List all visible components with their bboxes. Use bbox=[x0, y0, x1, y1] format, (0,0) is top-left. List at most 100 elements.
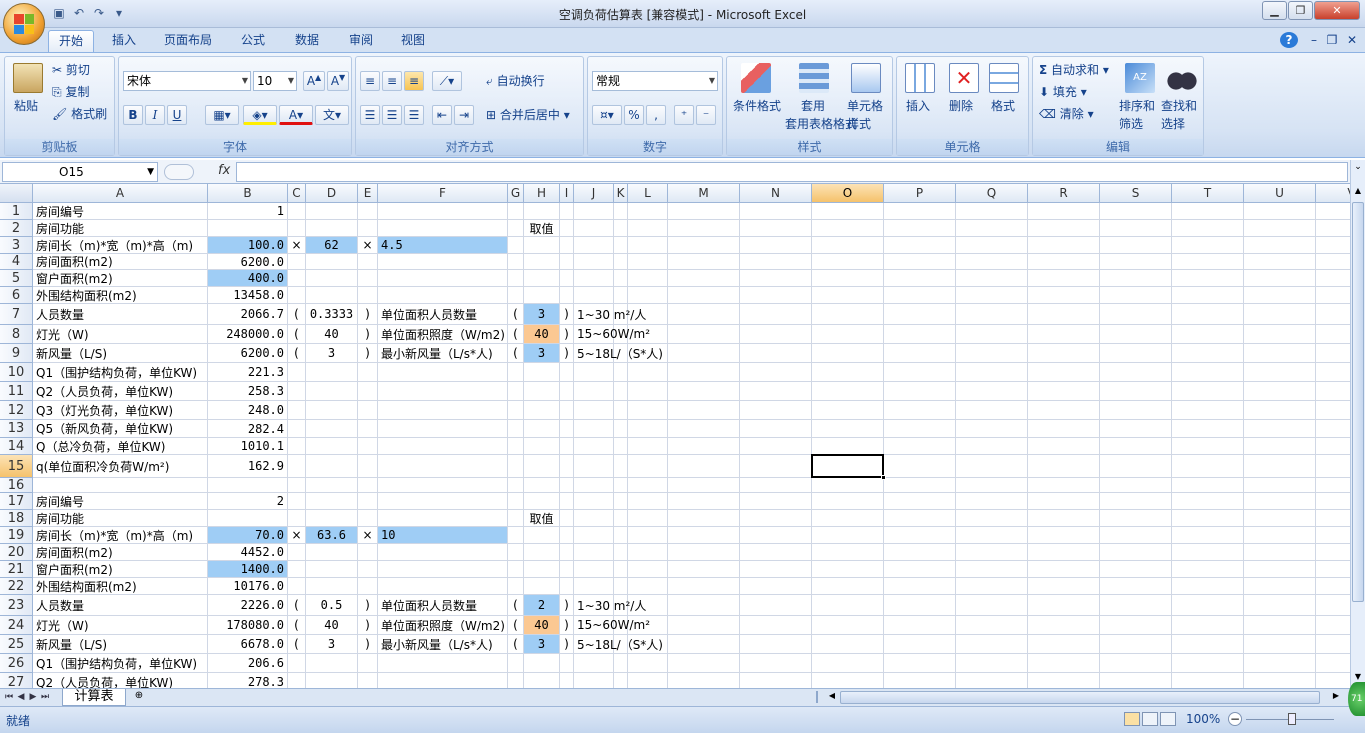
cut-button[interactable]: ✂ 剪切 bbox=[52, 61, 90, 79]
cell-a23[interactable]: 人员数量 bbox=[33, 595, 87, 615]
column-header-r[interactable]: R bbox=[1028, 184, 1100, 203]
cell-c23[interactable]: ( bbox=[288, 595, 305, 615]
copy-button[interactable]: ⎘ 复制 bbox=[52, 83, 89, 101]
conditional-format-button[interactable]: 条件格式 bbox=[733, 97, 781, 115]
cell-e8[interactable]: ) bbox=[358, 325, 377, 343]
select-all-corner[interactable] bbox=[0, 184, 33, 203]
cell-c8[interactable]: ( bbox=[288, 325, 305, 343]
cell-b4[interactable]: 6200.0 bbox=[208, 254, 287, 269]
fill-handle[interactable] bbox=[881, 475, 886, 480]
column-header-m[interactable]: M bbox=[668, 184, 740, 203]
cell-j25[interactable]: 5~18L/（S*人) bbox=[574, 635, 666, 653]
table-format-icon[interactable] bbox=[799, 63, 829, 93]
workbook-close-icon[interactable]: ✕ bbox=[1344, 30, 1360, 52]
cell-i7[interactable]: ) bbox=[560, 304, 573, 324]
bold-button[interactable]: B bbox=[123, 105, 143, 125]
row-header-8[interactable]: 8 bbox=[0, 325, 33, 344]
font-size-combo[interactable]: 10 ▼ bbox=[253, 71, 297, 91]
cell-i23[interactable]: ) bbox=[560, 595, 573, 615]
merge-center-button[interactable]: ⊞ 合并后居中 ▾ bbox=[486, 106, 570, 124]
cell-a9[interactable]: 新风量（L/S) bbox=[33, 344, 110, 362]
phonetic-icon[interactable]: 文▾ bbox=[315, 105, 349, 125]
cell-d24[interactable]: 40 bbox=[306, 616, 357, 634]
format-cells-icon[interactable] bbox=[989, 63, 1019, 93]
cell-d19[interactable]: 63.6 bbox=[306, 527, 357, 543]
cell-b26[interactable]: 206.6 bbox=[208, 654, 287, 672]
find-select-button[interactable]: 查找和选择 bbox=[1161, 97, 1201, 133]
cell-c24[interactable]: ( bbox=[288, 616, 305, 634]
cell-i24[interactable]: ) bbox=[560, 616, 573, 634]
column-header-k[interactable]: K bbox=[614, 184, 628, 203]
cell-c25[interactable]: ( bbox=[288, 635, 305, 653]
column-header-p[interactable]: P bbox=[884, 184, 956, 203]
row-header-16[interactable]: 16 bbox=[0, 478, 33, 493]
row-header-11[interactable]: 11 bbox=[0, 382, 33, 401]
column-header-f[interactable]: F bbox=[378, 184, 508, 203]
cell-a20[interactable]: 房间面积(m2) bbox=[33, 544, 116, 560]
cell-j8[interactable]: 15~60W/m² bbox=[574, 325, 653, 343]
cell-b19[interactable]: 70.0 bbox=[208, 527, 287, 543]
cell-a12[interactable]: Q3（灯光负荷，单位KW) bbox=[33, 401, 176, 419]
vertical-scrollbar[interactable]: ⌄ ▲ ▼ bbox=[1350, 160, 1365, 688]
row-header-25[interactable]: 25 bbox=[0, 635, 33, 654]
cell-c19[interactable]: × bbox=[288, 527, 305, 543]
zoom-slider-thumb[interactable] bbox=[1288, 713, 1296, 725]
formula-bar-expander[interactable] bbox=[164, 164, 194, 180]
delete-cells-button[interactable]: 删除 bbox=[949, 97, 973, 115]
cell-f3[interactable]: 4.5 bbox=[378, 237, 406, 253]
borders-icon[interactable]: ▦▾ bbox=[205, 105, 239, 125]
row-header-13[interactable]: 13 bbox=[0, 420, 33, 438]
cell-h8[interactable]: 40 bbox=[524, 325, 559, 343]
cell-f24[interactable]: 单位面积照度（W/m2) bbox=[378, 616, 508, 634]
column-header-c[interactable]: C bbox=[288, 184, 306, 203]
increase-decimal-icon[interactable]: ⁺ bbox=[674, 105, 694, 125]
percent-button[interactable]: % bbox=[624, 105, 644, 125]
cell-j24[interactable]: 15~60W/m² bbox=[574, 616, 653, 634]
cell-a4[interactable]: 房间面积(m2) bbox=[33, 254, 116, 269]
row-header-22[interactable]: 22 bbox=[0, 578, 33, 595]
column-header-t[interactable]: T bbox=[1172, 184, 1244, 203]
cell-b27[interactable]: 278.3 bbox=[208, 673, 287, 688]
prev-sheet-icon[interactable]: ◀ bbox=[16, 691, 26, 703]
cell-j9[interactable]: 5~18L/（S*人) bbox=[574, 344, 666, 362]
row-header-2[interactable]: 2 bbox=[0, 220, 33, 237]
binoculars-icon[interactable] bbox=[1167, 63, 1197, 93]
number-format-combo[interactable]: 常规 ▼ bbox=[592, 71, 718, 91]
align-top-icon[interactable]: ≡ bbox=[360, 71, 380, 91]
column-header-d[interactable]: D bbox=[306, 184, 358, 203]
autosum-button[interactable]: Σ 自动求和 ▾ bbox=[1039, 61, 1109, 79]
column-header-i[interactable]: I bbox=[560, 184, 574, 203]
cell-h7[interactable]: 3 bbox=[524, 304, 559, 324]
cell-styles-button[interactable]: 单元格样式 bbox=[847, 97, 891, 133]
worksheet-grid[interactable]: ABCDEFGHIJKLMNOPQRSTUV 12345678910111213… bbox=[0, 184, 1350, 688]
page-break-view-icon[interactable] bbox=[1160, 712, 1176, 726]
cell-c3[interactable]: × bbox=[288, 237, 305, 253]
fill-color-icon[interactable]: ◈▾ bbox=[243, 105, 277, 125]
cell-g9[interactable]: ( bbox=[508, 344, 523, 362]
cell-f23[interactable]: 单位面积人员数量 bbox=[378, 595, 480, 615]
formula-input[interactable] bbox=[236, 162, 1348, 182]
delete-cells-icon[interactable]: ✕ bbox=[949, 63, 979, 93]
cell-d3[interactable]: 62 bbox=[306, 237, 357, 253]
row-header-26[interactable]: 26 bbox=[0, 654, 33, 673]
align-right-icon[interactable]: ☰ bbox=[404, 105, 424, 125]
cell-a13[interactable]: Q5（新风负荷，单位KW) bbox=[33, 420, 176, 437]
cell-i9[interactable]: ) bbox=[560, 344, 573, 362]
row-header-6[interactable]: 6 bbox=[0, 287, 33, 304]
cell-g23[interactable]: ( bbox=[508, 595, 523, 615]
column-header-b[interactable]: B bbox=[208, 184, 288, 203]
font-name-combo[interactable]: 宋体 ▼ bbox=[123, 71, 251, 91]
cell-i8[interactable]: ) bbox=[560, 325, 573, 343]
cell-b10[interactable]: 221.3 bbox=[208, 363, 287, 381]
shrink-font-button[interactable]: A▼ bbox=[327, 71, 349, 91]
paste-button[interactable]: 粘贴 bbox=[14, 97, 38, 115]
row-header-18[interactable]: 18 bbox=[0, 510, 33, 527]
cell-h2[interactable]: 取值 bbox=[524, 220, 559, 236]
format-painter-button[interactable]: 🖌 格式刷 bbox=[52, 105, 107, 123]
cell-b14[interactable]: 1010.1 bbox=[208, 438, 287, 454]
cell-g24[interactable]: ( bbox=[508, 616, 523, 634]
cell-d23[interactable]: 0.5 bbox=[306, 595, 357, 615]
row-header-15[interactable]: 15 bbox=[0, 455, 33, 478]
cell-g7[interactable]: ( bbox=[508, 304, 523, 324]
grow-font-button[interactable]: A▲ bbox=[303, 71, 325, 91]
